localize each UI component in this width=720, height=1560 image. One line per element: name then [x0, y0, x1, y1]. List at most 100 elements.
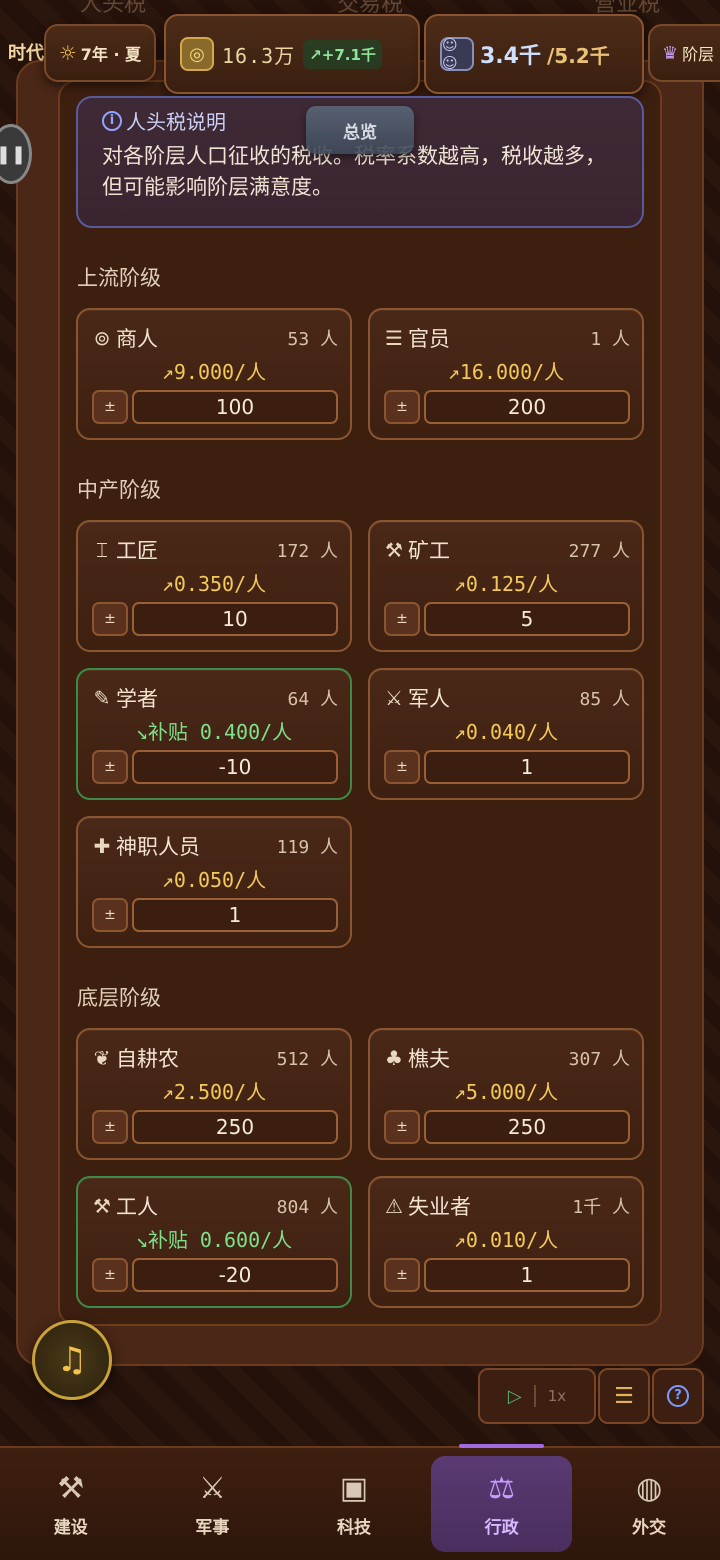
- card-name: 失业者: [408, 1195, 471, 1219]
- divider: [533, 1385, 536, 1407]
- pickaxe-icon: ⚒: [385, 538, 403, 562]
- info-title-text: 人头税说明: [126, 110, 226, 134]
- card-count: 512 人: [276, 1049, 338, 1070]
- nav-administration[interactable]: ⚖ 行政: [430, 1444, 573, 1552]
- stratum-card-cleric: ✚ 神职人员 119 人 ↗0.050/人 ±1: [76, 816, 352, 948]
- tax-rate-input[interactable]: 100: [132, 390, 338, 424]
- card-rate-value: 0.125/人: [465, 572, 559, 596]
- card-rate: ↘补贴 0.400/人: [135, 720, 293, 744]
- card-name: 官员: [408, 327, 450, 351]
- population-display[interactable]: ☺☺ 3.4千/5.2千: [424, 14, 644, 94]
- card-count: 277 人: [568, 541, 630, 562]
- card-count: 1千 人: [572, 1197, 630, 1218]
- nav-label: 军事: [195, 1517, 230, 1538]
- adjust-button[interactable]: ±: [384, 1258, 420, 1292]
- stratum-label: 阶层: [682, 45, 715, 64]
- gavel-icon: ⚖: [488, 1470, 516, 1506]
- adjust-button[interactable]: ±: [384, 602, 420, 636]
- tax-rate-input[interactable]: 1: [424, 1258, 630, 1292]
- stratum-card-artisan: ⌶ 工匠 172 人 ↗0.350/人 ±10: [76, 520, 352, 652]
- adjust-button[interactable]: ±: [92, 898, 128, 932]
- status-bar: 时代 ☼ 7年 · 夏 ◎ 16.3万 ↗+7.1千 ☺☺ 3.4千/5.2千 …: [0, 12, 720, 94]
- tax-rate-input[interactable]: 250: [424, 1110, 630, 1144]
- tree-icon: ♣: [385, 1046, 403, 1070]
- help-icon: ?: [667, 1385, 689, 1407]
- card-name: 神职人员: [116, 835, 200, 859]
- menu-icon[interactable]: ☰: [598, 1368, 650, 1424]
- swords-icon: ⚔: [385, 686, 403, 710]
- card-rate-value: 2.500/人: [173, 1080, 267, 1104]
- card-count: 172 人: [276, 541, 338, 562]
- nav-technology[interactable]: ▣ 科技: [283, 1448, 425, 1560]
- tax-rate-input[interactable]: -10: [132, 750, 338, 784]
- swords-icon: ⚔: [198, 1470, 226, 1506]
- nav-label: 行政: [484, 1517, 519, 1538]
- section-middle-class: 中产阶级: [77, 478, 161, 502]
- section-lower-class: 底层阶级: [77, 986, 161, 1010]
- card-rate: ↗0.125/人: [453, 572, 559, 596]
- card-rate-value: 补贴 0.600/人: [147, 1228, 293, 1252]
- tax-rate-input[interactable]: 10: [132, 602, 338, 636]
- adjust-button[interactable]: ±: [92, 750, 128, 784]
- treasury-value: 16.3万: [222, 43, 296, 68]
- game-speed-control[interactable]: ▷ 1x: [478, 1368, 596, 1424]
- adjust-button[interactable]: ±: [384, 1110, 420, 1144]
- people-icon: ☺☺: [440, 36, 474, 72]
- adjust-button[interactable]: ±: [92, 1258, 128, 1292]
- tax-rate-input[interactable]: -20: [132, 1258, 338, 1292]
- adjust-button[interactable]: ±: [92, 602, 128, 636]
- card-rate-value: 9.000/人: [173, 360, 267, 384]
- population-max: /5.2千: [546, 43, 610, 68]
- globe-icon: ◍: [636, 1470, 663, 1506]
- coins-icon: ◎: [180, 37, 214, 71]
- stratum-card-worker: ⚒ 工人 804 人 ↘补贴 0.600/人 ± -20: [76, 1176, 352, 1308]
- adjust-button[interactable]: ±: [384, 750, 420, 784]
- card-rate: ↗5.000/人: [453, 1080, 559, 1104]
- card-rate-value: 0.350/人: [173, 572, 267, 596]
- tax-rate-input[interactable]: 250: [132, 1110, 338, 1144]
- stratum-card-woodcutter: ♣ 樵夫 307 人 ↗5.000/人 ±250: [368, 1028, 644, 1160]
- nav-diplomacy[interactable]: ◍ 外交: [578, 1448, 720, 1560]
- card-rate-value: 补贴 0.400/人: [147, 720, 293, 744]
- card-rate: ↘补贴 0.600/人: [135, 1228, 293, 1252]
- tax-rate-input[interactable]: 1: [132, 898, 338, 932]
- era-label[interactable]: 时代: [0, 34, 44, 74]
- help-button[interactable]: ?: [652, 1368, 704, 1424]
- treasury-display[interactable]: ◎ 16.3万 ↗+7.1千: [164, 14, 420, 94]
- card-count: 119 人: [276, 837, 338, 858]
- music-note-icon[interactable]: ♫: [32, 1320, 112, 1400]
- card-rate: ↗0.350/人: [161, 572, 267, 596]
- stratum-card-merchant: ⊚ 商人 53 人 ↗9.000/人 ±100: [76, 308, 352, 440]
- population-current: 3.4千: [480, 44, 541, 69]
- card-rate: ↗0.050/人: [161, 868, 267, 892]
- adjust-button[interactable]: ±: [92, 390, 128, 424]
- tax-rate-input[interactable]: 5: [424, 602, 630, 636]
- card-rate-value: 0.040/人: [465, 720, 559, 744]
- nav-label: 外交: [632, 1517, 667, 1538]
- card-rate: ↗9.000/人: [161, 360, 267, 384]
- wheat-icon: ❦: [93, 1046, 111, 1070]
- nav-military[interactable]: ⚔ 军事: [142, 1448, 284, 1560]
- tax-rate-input[interactable]: 200: [424, 390, 630, 424]
- card-name: 樵夫: [408, 1047, 450, 1071]
- nav-build[interactable]: ⚒ 建设: [0, 1448, 142, 1560]
- card-rate: ↗0.040/人: [453, 720, 559, 744]
- play-icon[interactable]: ▷: [508, 1386, 522, 1407]
- speed-label[interactable]: 1x: [548, 1387, 566, 1405]
- stratum-button[interactable]: ♛ 阶层: [648, 24, 720, 82]
- adjust-button[interactable]: ±: [384, 390, 420, 424]
- adjust-button[interactable]: ±: [92, 1110, 128, 1144]
- overview-tooltip[interactable]: 总览: [306, 106, 414, 154]
- season-text: 7年 · 夏: [80, 45, 142, 64]
- hammer-icon: ⚒: [93, 1194, 111, 1218]
- card-count: 64 人: [287, 689, 338, 710]
- season-indicator[interactable]: ☼ 7年 · 夏: [44, 24, 156, 82]
- tax-rate-input[interactable]: 1: [424, 750, 630, 784]
- anvil-icon: ⌶: [96, 538, 108, 562]
- treasury-delta: ↗+7.1千: [303, 39, 382, 69]
- info-icon: i: [102, 110, 122, 131]
- card-name: 矿工: [408, 539, 450, 563]
- card-count: 804 人: [276, 1197, 338, 1218]
- card-name: 军人: [408, 687, 450, 711]
- feather-icon: ✎: [93, 686, 111, 710]
